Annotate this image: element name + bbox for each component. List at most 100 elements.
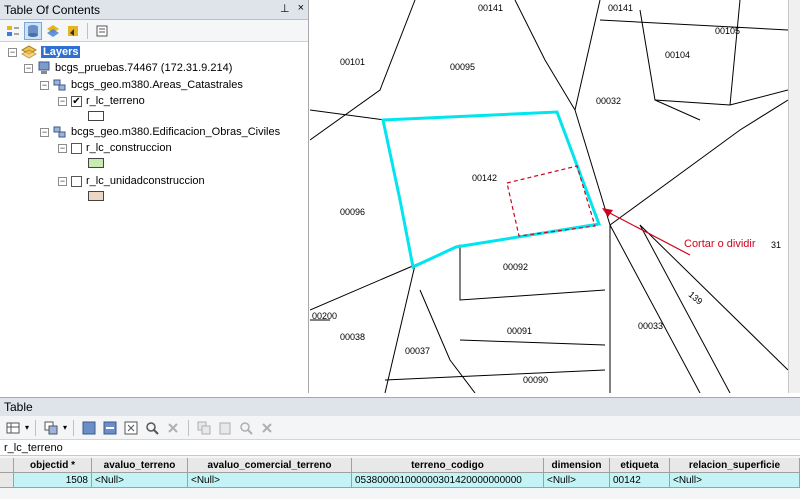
layers-label: Layers	[41, 46, 81, 58]
table-cell[interactable]: 1508	[14, 473, 92, 488]
parcel-label-00037: 00037	[405, 346, 431, 356]
parcel-label-00141a: 00141	[478, 3, 504, 13]
parcel-boundaries	[310, 0, 788, 393]
parcel-label-00104: 00104	[665, 50, 691, 60]
list-by-drawing-order-icon[interactable]	[4, 22, 22, 40]
layer-label: r_lc_unidadconstruccion	[86, 175, 205, 187]
parcel-label-00095: 00095	[450, 62, 476, 72]
collapse-icon[interactable]: −	[40, 80, 49, 90]
list-by-visibility-icon[interactable]	[44, 22, 62, 40]
close-icon[interactable]: ×	[298, 2, 304, 15]
tree-layer-unidadconstruccion[interactable]: − r_lc_unidadconstruccion	[58, 173, 205, 189]
legend-swatch-terreno	[88, 111, 104, 121]
tree-layer-construccion[interactable]: − r_lc_construccion	[58, 140, 172, 156]
collapse-icon[interactable]: −	[58, 96, 67, 106]
column-header[interactable]: relacion_superficie	[670, 458, 800, 473]
delete-disabled-icon[interactable]	[258, 419, 276, 437]
delete-selected-icon[interactable]	[164, 419, 182, 437]
row-header-corner	[0, 458, 14, 473]
dropdown-arrow-icon[interactable]: ▾	[25, 423, 29, 432]
tree-root-layers[interactable]: − Layers	[8, 44, 81, 60]
switch-selection-icon[interactable]	[101, 419, 119, 437]
tree-layer-terreno[interactable]: − ✔ r_lc_terreno	[58, 93, 145, 109]
pin-icon[interactable]: ⊥	[280, 2, 290, 15]
legend-swatch-unidadconstruccion	[88, 191, 104, 201]
group-label: bcgs_geo.m380.Edificacion_Obras_Civiles	[71, 126, 281, 138]
collapse-icon[interactable]: −	[24, 63, 33, 73]
parcel-label-00141b: 00141	[608, 3, 634, 13]
collapse-icon[interactable]: −	[58, 143, 67, 153]
options-icon[interactable]	[93, 22, 111, 40]
table-title: Table	[4, 400, 33, 414]
row-selector[interactable]	[0, 473, 14, 488]
table-cell[interactable]: <Null>	[544, 473, 610, 488]
parcel-label-00091: 00091	[507, 326, 533, 336]
tree-group-areas-catastrales[interactable]: − bcgs_geo.m380.Areas_Catastrales	[40, 77, 243, 93]
parcel-label-00101: 00101	[340, 57, 366, 67]
parcel-label-00090: 00090	[523, 375, 549, 385]
toc-panel: Table Of Contents ⊥ × − Layers − bcgs_pr…	[0, 0, 309, 393]
map-scrollbar[interactable]	[788, 0, 800, 393]
collapse-icon[interactable]: −	[8, 47, 17, 57]
table-cell[interactable]: <Null>	[92, 473, 188, 488]
layer-label: r_lc_construccion	[86, 142, 172, 154]
table-row[interactable]: 1508 <Null> <Null> 053800001000000301420…	[0, 473, 800, 488]
group-label: bcgs_geo.m380.Areas_Catastrales	[71, 79, 243, 91]
table-cell[interactable]: 00142	[610, 473, 670, 488]
column-header[interactable]: terreno_codigo	[352, 458, 544, 473]
table-cell[interactable]: <Null>	[670, 473, 800, 488]
table-cell[interactable]: <Null>	[188, 473, 352, 488]
parcel-label-00200: 00200	[312, 311, 338, 321]
dropdown-arrow-icon[interactable]: ▾	[63, 423, 67, 432]
toc-title: Table Of Contents	[4, 2, 101, 17]
selected-parcel-outline[interactable]	[381, 110, 602, 270]
attribute-grid: objectid * avaluo_terreno avaluo_comerci…	[0, 458, 800, 488]
parcel-label-00105: 00105	[715, 26, 741, 36]
zoom-disabled-icon[interactable]	[237, 419, 255, 437]
related-tables-icon[interactable]	[42, 419, 60, 437]
toolbar-separator	[188, 419, 190, 436]
annotation-arrow-line	[603, 209, 691, 256]
column-header[interactable]: dimension	[544, 458, 610, 473]
layer-label: r_lc_terreno	[86, 95, 145, 107]
collapse-icon[interactable]: −	[40, 127, 49, 137]
column-header[interactable]: etiqueta	[610, 458, 670, 473]
copy-selected-icon[interactable]	[195, 419, 213, 437]
map-canvas[interactable]	[310, 0, 788, 393]
table-layer-tab[interactable]: r_lc_terreno	[0, 440, 800, 456]
toolbar-separator	[73, 419, 75, 436]
parcel-label-00142: 00142	[472, 173, 498, 183]
select-by-attributes-icon[interactable]	[80, 419, 98, 437]
database-connection-icon	[38, 61, 50, 74]
tree-database[interactable]: − bcgs_pruebas.74467 (172.31.9.214)	[24, 60, 232, 76]
toolbar-separator	[87, 22, 88, 39]
legend-swatch-construccion	[88, 158, 104, 168]
layers-icon	[21, 45, 37, 59]
parcel-label-00096: 00096	[340, 207, 366, 217]
collapse-icon[interactable]: −	[58, 176, 67, 186]
layer-visibility-checkbox[interactable]	[71, 175, 82, 187]
tree-group-edificacion[interactable]: − bcgs_geo.m380.Edificacion_Obras_Civile…	[40, 124, 280, 140]
paste-icon[interactable]	[216, 419, 234, 437]
toc-title-bar: Table Of Contents ⊥ ×	[0, 0, 308, 20]
parcel-label-00038: 00038	[340, 332, 366, 342]
column-header[interactable]: avaluo_comercial_terreno	[188, 458, 352, 473]
layer-visibility-checkbox[interactable]: ✔	[71, 95, 82, 107]
table-options-icon[interactable]	[4, 419, 22, 437]
column-header[interactable]: avaluo_terreno	[92, 458, 188, 473]
layer-visibility-checkbox[interactable]	[71, 142, 82, 154]
parcel-label-00032: 00032	[596, 96, 622, 106]
map-view[interactable]: 00141 00141 00105 00104 00101 00095 0003…	[310, 0, 788, 393]
table-cell[interactable]: 053800001000000301420000000000	[352, 473, 544, 488]
table-header-row: objectid * avaluo_terreno avaluo_comerci…	[0, 458, 800, 473]
clear-selection-icon[interactable]	[122, 419, 140, 437]
table-layer-tab-label: r_lc_terreno	[4, 441, 63, 454]
list-by-source-icon[interactable]	[24, 21, 42, 40]
feature-dataset-icon	[53, 79, 66, 91]
toolbar-separator	[35, 419, 37, 436]
column-header[interactable]: objectid *	[14, 458, 92, 473]
zoom-to-selected-icon[interactable]	[143, 419, 161, 437]
list-by-selection-icon[interactable]	[64, 22, 82, 40]
feature-dataset-icon	[53, 126, 66, 138]
toc-toolbar	[0, 20, 308, 42]
